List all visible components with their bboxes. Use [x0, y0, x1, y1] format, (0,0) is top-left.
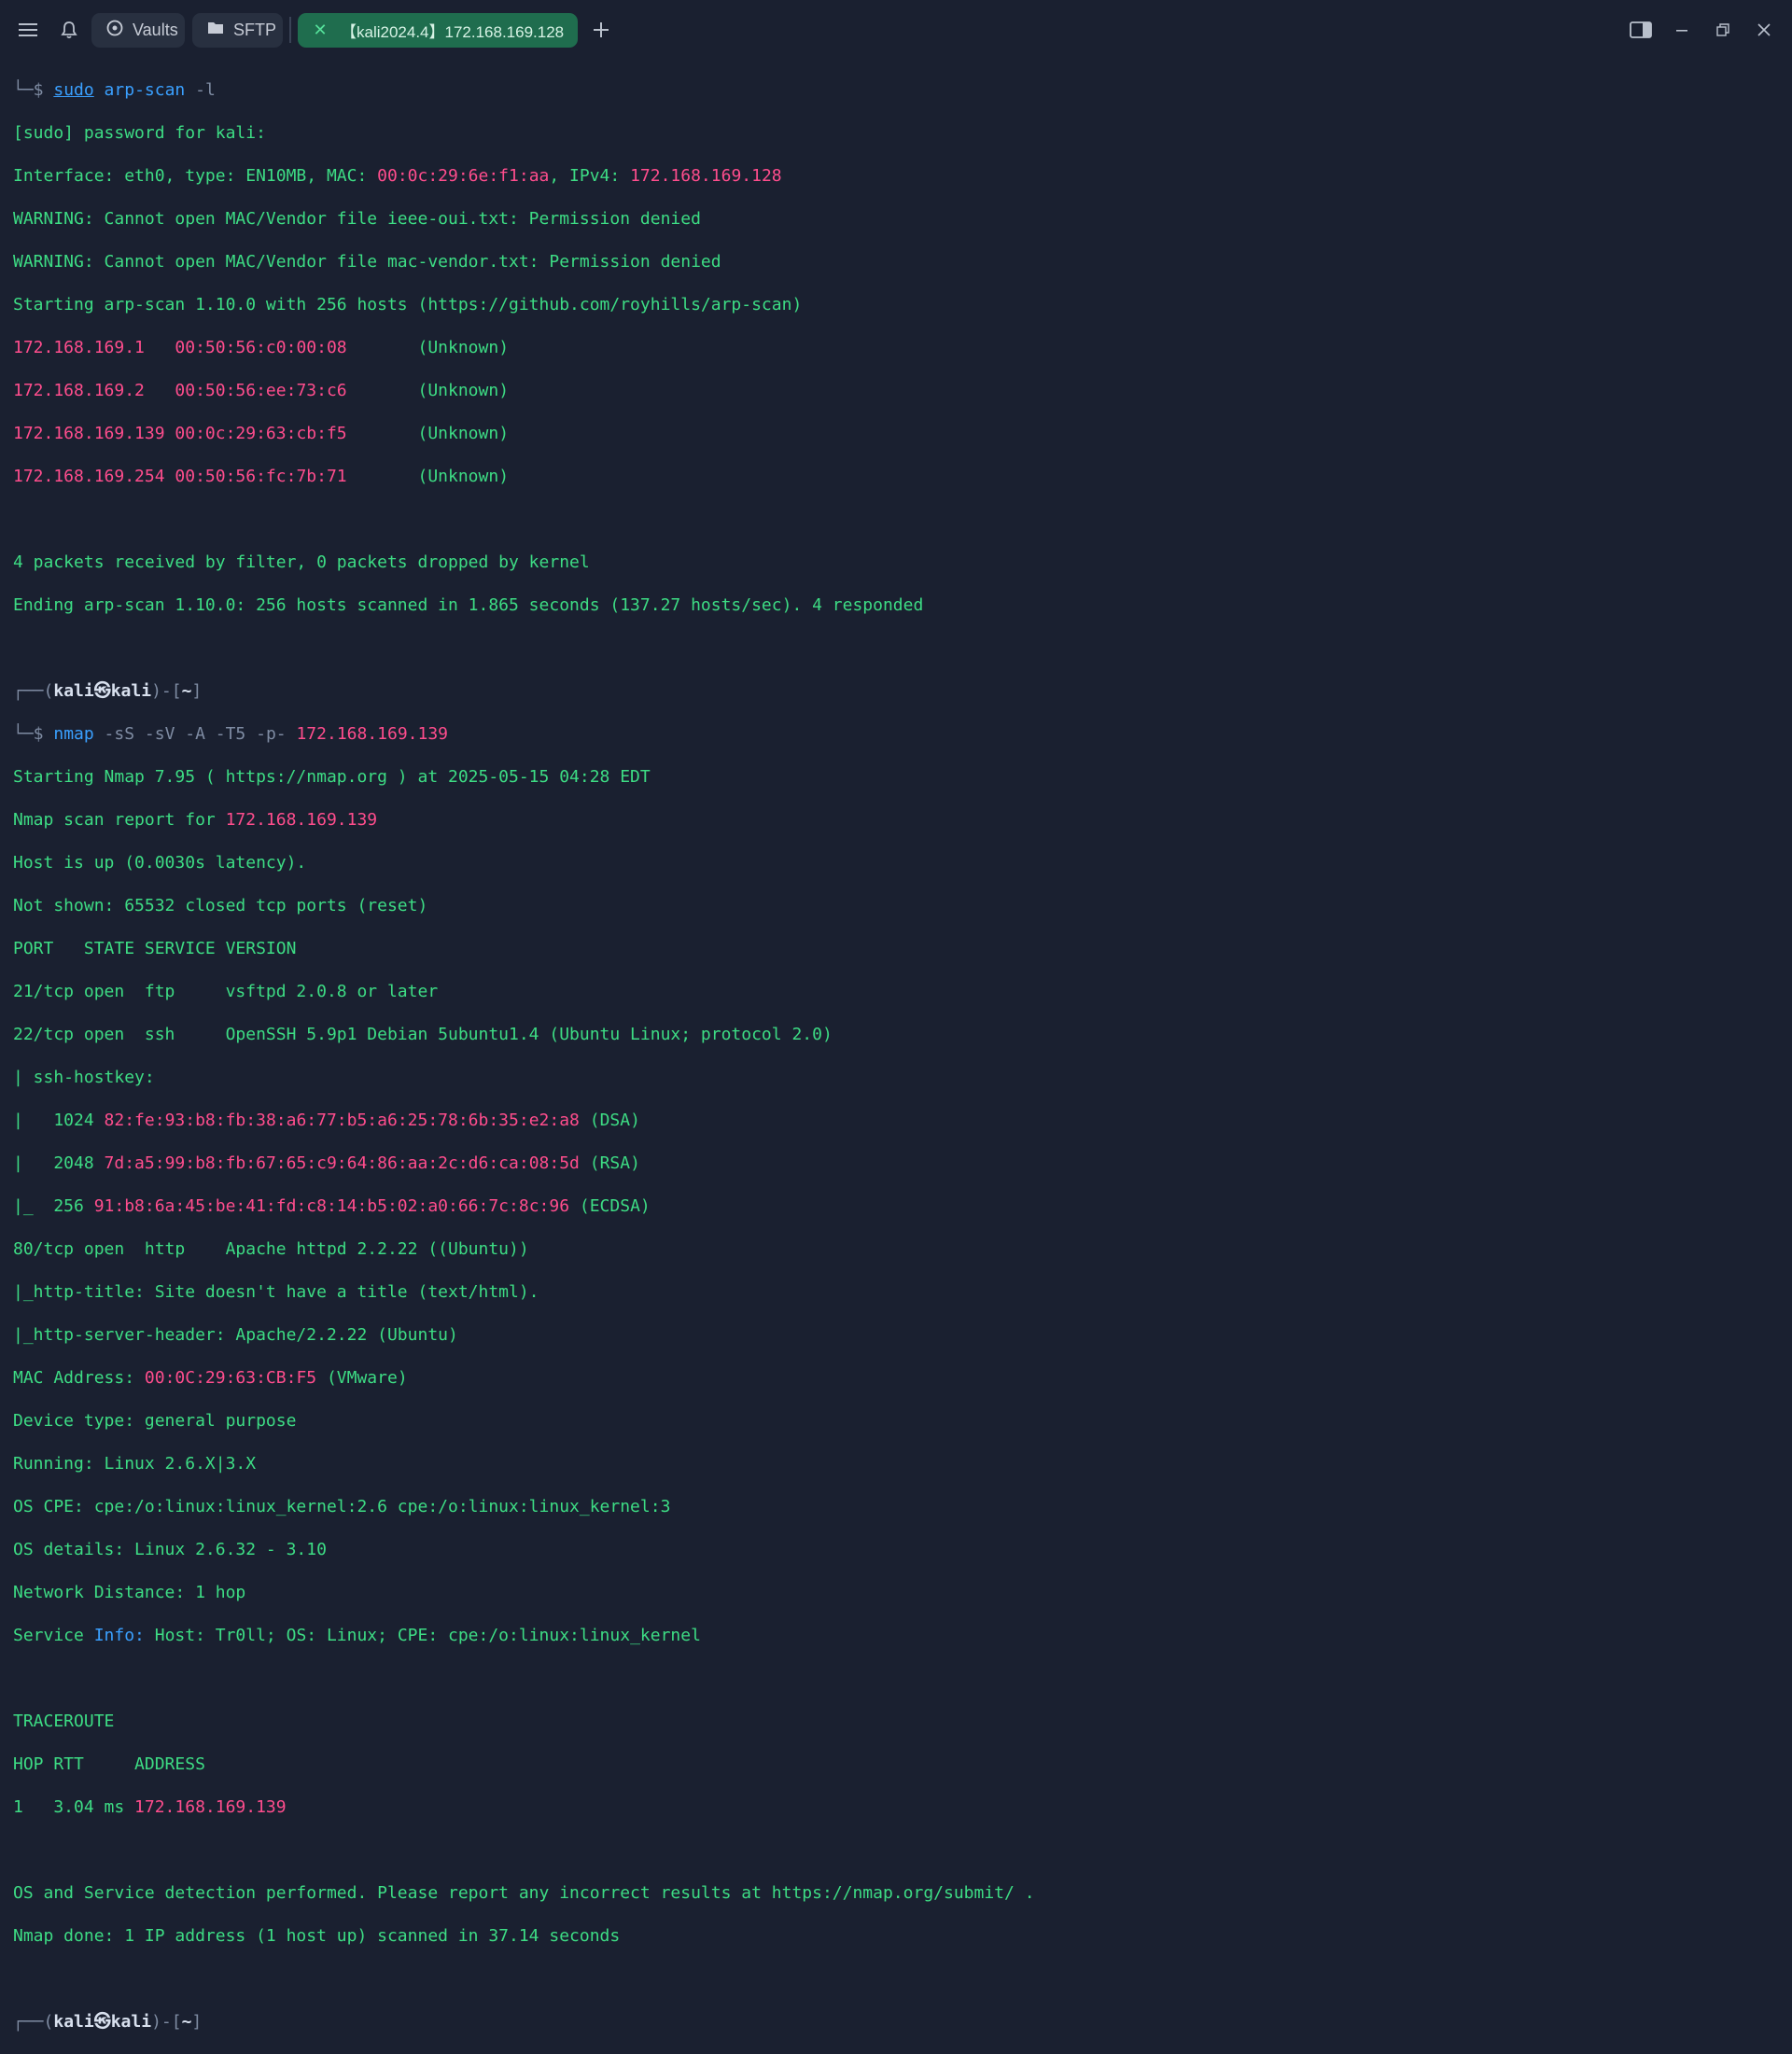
- split-pane-icon[interactable]: [1628, 13, 1654, 47]
- terminal-line: 21/tcp open ftp vsftpd 2.0.8 or later: [13, 982, 439, 1001]
- sftp-button[interactable]: SFTP: [192, 13, 283, 48]
- hostkey-row: | 1024 82:fe:93:b8:fb:38:a6:77:b5:a6:25:…: [13, 1111, 640, 1130]
- terminal-line: Device type: general purpose: [13, 1411, 297, 1431]
- plus-icon[interactable]: [588, 13, 614, 47]
- terminal-line: 4 packets received by filter, 0 packets …: [13, 552, 590, 572]
- shell-prompt: ┌──(kali㉿kali)-[~]: [13, 681, 203, 701]
- terminal-line: Starting arp-scan 1.10.0 with 256 hosts …: [13, 295, 803, 314]
- host-row: 172.168.169.139 00:0c:29:63:cb:f5 (Unkno…: [13, 424, 510, 443]
- terminal-line: WARNING: Cannot open MAC/Vendor file iee…: [13, 209, 701, 229]
- terminal-line: Not shown: 65532 closed tcp ports (reset…: [13, 896, 428, 915]
- terminal-line: OS and Service detection performed. Plea…: [13, 1883, 1035, 1903]
- terminal-line: Ending arp-scan 1.10.0: 256 hosts scanne…: [13, 595, 924, 615]
- terminal-line: WARNING: Cannot open MAC/Vendor file mac…: [13, 252, 721, 272]
- terminal-line: 22/tcp open ssh OpenSSH 5.9p1 Debian 5ub…: [13, 1025, 833, 1044]
- terminal-line: | ssh-hostkey:: [13, 1068, 155, 1087]
- window-close-icon[interactable]: [1751, 13, 1777, 47]
- vaults-button[interactable]: Vaults: [91, 13, 185, 48]
- hostkey-row: | 2048 7d:a5:99:b8:fb:67:65:c9:64:86:aa:…: [13, 1153, 640, 1173]
- terminal-line: 80/tcp open http Apache httpd 2.2.22 ((U…: [13, 1239, 529, 1259]
- terminal-line: OS details: Linux 2.6.32 - 3.10: [13, 1540, 327, 1559]
- terminal-line: └─$ sudo arp-scan -l: [13, 80, 216, 100]
- terminal-line: |_http-server-header: Apache/2.2.22 (Ubu…: [13, 1325, 458, 1345]
- terminal-line: 1 3.04 ms 172.168.169.139: [13, 1797, 287, 1817]
- bell-icon[interactable]: [56, 13, 82, 47]
- terminal-output[interactable]: └─$ sudo arp-scan -l [sudo] password for…: [13, 58, 1786, 2032]
- terminal-line: └─$ nmap -sS -sV -A -T5 -p- 172.168.169.…: [13, 724, 449, 744]
- tab-bar: Vaults SFTP ✕ 【kali2024.4】172.168.169.12…: [0, 0, 1792, 61]
- vaults-label: Vaults: [133, 21, 178, 39]
- terminal-line: Service Info: Host: Tr0ll; OS: Linux; CP…: [13, 1626, 701, 1645]
- restore-icon[interactable]: [1710, 13, 1736, 47]
- folder-icon: [207, 21, 224, 40]
- terminal-line: Starting Nmap 7.95 ( https://nmap.org ) …: [13, 767, 651, 787]
- host-row: 172.168.169.254 00:50:56:fc:7b:71 (Unkno…: [13, 467, 510, 486]
- tab-label: 【kali2024.4】172.168.169.128: [341, 23, 565, 41]
- terminal-line: MAC Address: 00:0C:29:63:CB:F5 (VMware): [13, 1368, 408, 1388]
- hostkey-row: |_ 256 91:b8:6a:45:be:41:fd:c8:14:b5:02:…: [13, 1196, 651, 1216]
- terminal-line: Nmap scan report for 172.168.169.139: [13, 810, 378, 830]
- vaults-icon: [106, 20, 123, 41]
- terminal-line: Network Distance: 1 hop: [13, 1583, 246, 1602]
- shell-prompt: ┌──(kali㉿kali)-[~]: [13, 2012, 203, 2032]
- terminal-line: Nmap done: 1 IP address (1 host up) scan…: [13, 1926, 621, 1946]
- tab-kali-session[interactable]: ✕ 【kali2024.4】172.168.169.128: [298, 13, 578, 48]
- terminal-line: |_http-title: Site doesn't have a title …: [13, 1282, 539, 1302]
- host-row: 172.168.169.2 00:50:56:ee:73:c6 (Unknown…: [13, 381, 510, 400]
- host-row: 172.168.169.1 00:50:56:c0:00:08 (Unknown…: [13, 338, 510, 357]
- close-icon[interactable]: ✕: [309, 21, 331, 40]
- terminal-line: PORT STATE SERVICE VERSION: [13, 939, 297, 958]
- minimize-icon[interactable]: [1669, 13, 1695, 47]
- terminal-line: HOP RTT ADDRESS: [13, 1754, 205, 1774]
- sftp-label: SFTP: [233, 21, 277, 39]
- terminal-line: Interface: eth0, type: EN10MB, MAC: 00:0…: [13, 166, 782, 186]
- terminal-line: TRACEROUTE: [13, 1712, 115, 1731]
- terminal-line: OS CPE: cpe:/o:linux:linux_kernel:2.6 cp…: [13, 1497, 671, 1516]
- tab-separator: [289, 17, 291, 43]
- menu-icon[interactable]: [15, 13, 41, 47]
- terminal-line: Running: Linux 2.6.X|3.X: [13, 1454, 257, 1474]
- terminal-line: [sudo] password for kali:: [13, 123, 266, 143]
- terminal-line: Host is up (0.0030s latency).: [13, 853, 307, 873]
